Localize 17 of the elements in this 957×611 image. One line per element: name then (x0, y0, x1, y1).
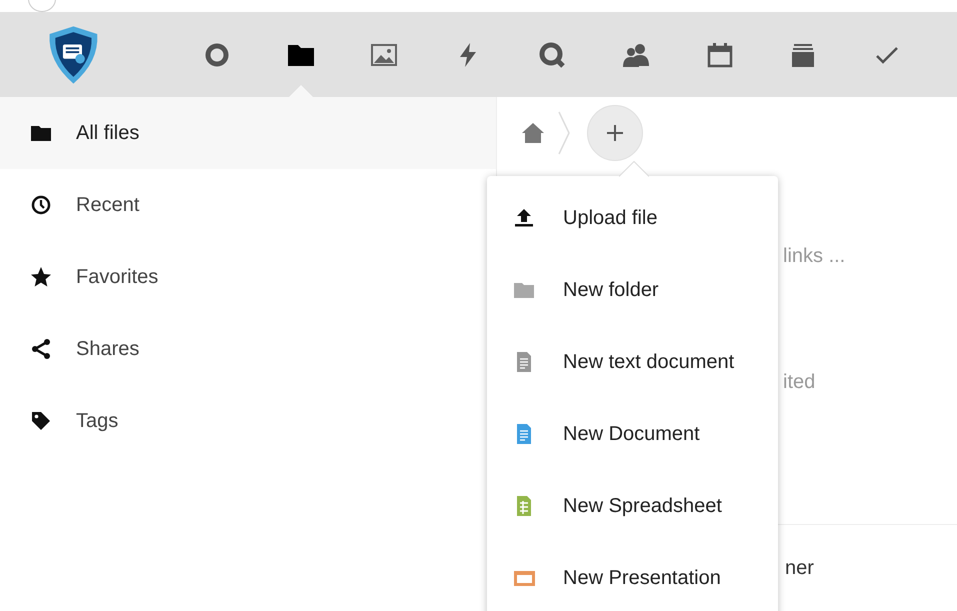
menu-item[interactable]: New Presentation (487, 542, 778, 611)
tag-icon (30, 410, 52, 432)
calendar-icon (706, 40, 734, 68)
share-icon (30, 338, 52, 360)
chevron-right-icon (557, 111, 571, 155)
file-list-text: links ... (783, 245, 846, 268)
plus-icon (606, 124, 624, 142)
circle-icon (202, 40, 231, 68)
file-list-text: ited (783, 371, 816, 394)
star-icon (30, 266, 52, 288)
menu-item[interactable]: New Spreadsheet (487, 470, 778, 542)
search-icon (538, 40, 566, 68)
sidebar-item[interactable]: All files (0, 97, 496, 169)
file-list-text: ner (785, 557, 814, 580)
clock-icon (30, 194, 52, 216)
home-icon[interactable] (521, 122, 545, 144)
upload-icon (513, 207, 535, 229)
